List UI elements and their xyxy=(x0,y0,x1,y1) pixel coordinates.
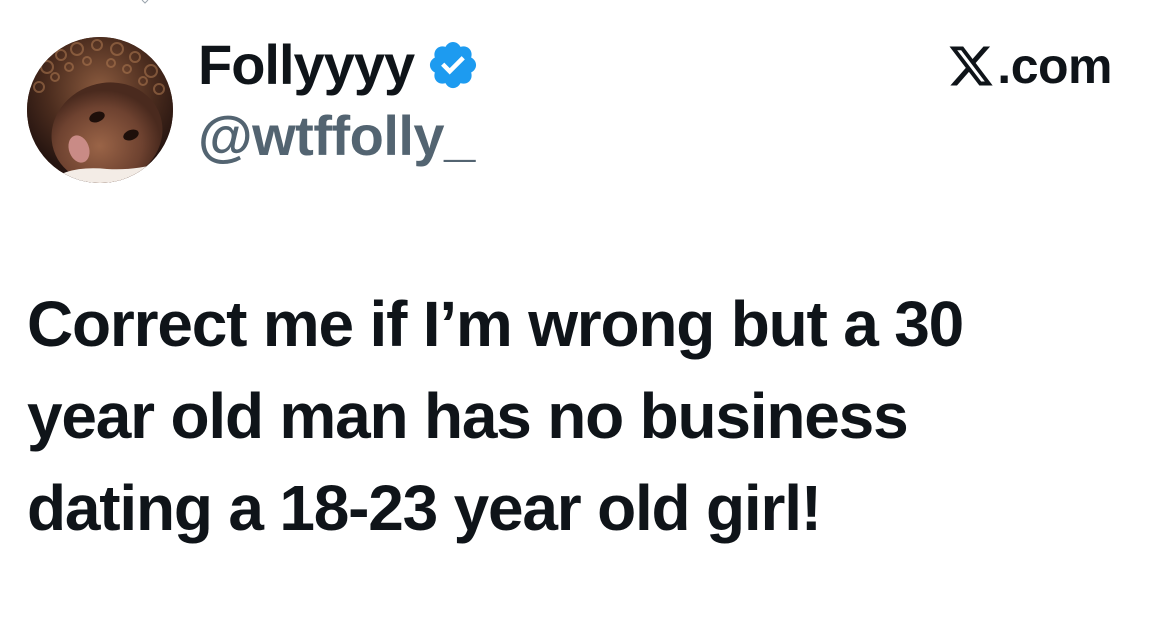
tweet-text-line: Correct me if I’m wrong but a 30 xyxy=(27,288,964,360)
tweet-text: Correct me if I’m wrong but a 30 year ol… xyxy=(27,278,1137,554)
top-edge-mark xyxy=(141,0,149,4)
tweet-card: Follyyyy @wtffolly_ .com Correct me if I… xyxy=(0,0,1170,622)
avatar[interactable] xyxy=(27,37,173,183)
avatar-photo-icon xyxy=(27,37,173,183)
display-name-row: Follyyyy xyxy=(198,30,480,100)
x-logo-icon xyxy=(949,46,993,86)
tweet-text-line: dating a 18-23 year old girl! xyxy=(27,472,822,544)
source-badge: .com xyxy=(947,36,1112,96)
display-name[interactable]: Follyyyy xyxy=(198,37,415,93)
tweet-text-line: year old man has no business xyxy=(27,380,909,452)
verified-badge-icon xyxy=(430,41,477,89)
source-domain: .com xyxy=(997,38,1112,94)
author-handle[interactable]: @wtffolly_ xyxy=(198,108,475,164)
